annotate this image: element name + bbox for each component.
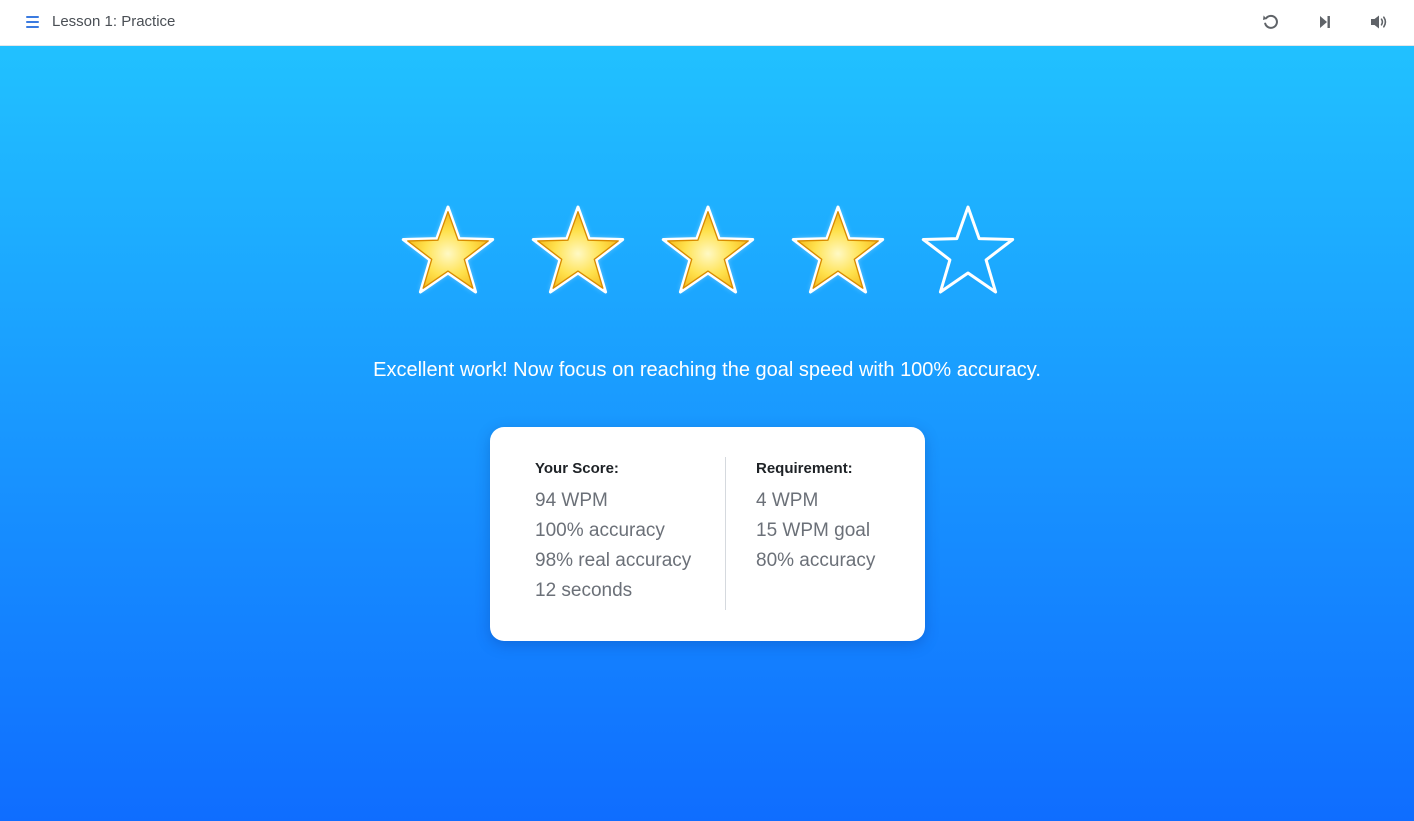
column-divider <box>725 457 726 610</box>
requirement-stat: 80% accuracy <box>756 550 876 571</box>
your-score-column: Your Score: 94 WPM 100% accuracy 98% rea… <box>535 459 691 606</box>
top-bar: Lesson 1: Practice <box>0 0 1414 46</box>
requirement-stat: 15 WPM goal <box>756 520 871 541</box>
skip-button[interactable] <box>1314 11 1336 33</box>
star-filled-icon <box>661 205 755 294</box>
sound-button[interactable] <box>1368 11 1390 33</box>
requirement-column: Requirement: 4 WPM 15 WPM goal 80% accur… <box>756 459 875 576</box>
score-stat: 94 WPM <box>535 490 608 511</box>
star-filled-icon <box>401 205 495 294</box>
star-empty-icon <box>921 205 1015 294</box>
volume-icon <box>1371 15 1387 29</box>
results-panel: Excellent work! Now focus on reaching th… <box>0 46 1414 821</box>
lesson-title: Lesson 1: Practice <box>52 13 176 30</box>
result-message: Excellent work! Now focus on reaching th… <box>373 359 1041 381</box>
restart-icon <box>1263 14 1278 29</box>
requirement-stat: 4 WPM <box>756 490 819 511</box>
star-filled-icon <box>531 205 625 294</box>
score-stat: 12 seconds <box>535 580 633 601</box>
restart-button[interactable] <box>1260 11 1282 33</box>
menu-button[interactable] <box>24 13 42 31</box>
skip-next-icon <box>1320 16 1330 28</box>
score-stat: 98% real accuracy <box>535 550 692 571</box>
score-stat: 100% accuracy <box>535 520 665 541</box>
star-filled-icon <box>791 205 885 294</box>
score-card: Your Score: 94 WPM 100% accuracy 98% rea… <box>490 427 925 641</box>
requirement-title: Requirement: <box>756 460 853 477</box>
hamburger-menu-icon <box>26 16 39 28</box>
star-rating <box>396 198 1020 302</box>
your-score-title: Your Score: <box>535 460 619 477</box>
